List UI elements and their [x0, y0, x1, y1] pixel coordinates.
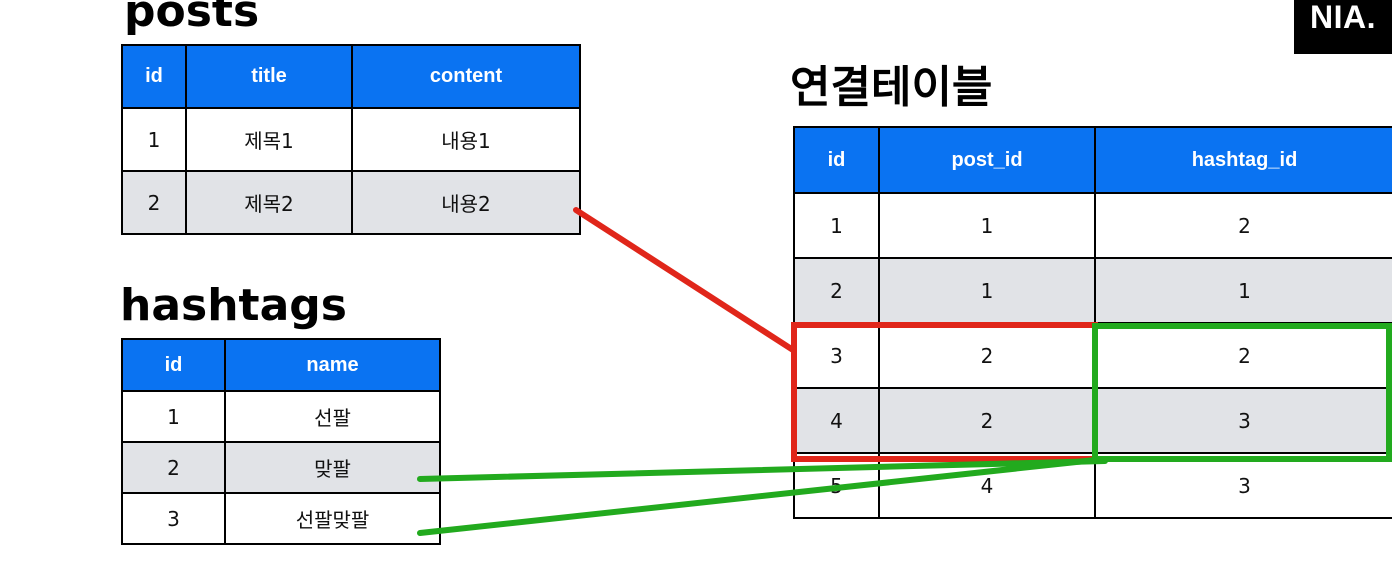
- table-row: 1 1 2: [793, 192, 1392, 259]
- hashtags-table: id name 1 선팔 2 맞팔 3 선팔맞팔: [121, 338, 441, 545]
- link-table: id post_id hashtag_id 1 1 2 2 1 1 3 2 2 …: [793, 126, 1392, 519]
- table-cell: 4: [793, 387, 880, 454]
- posts-table-title: posts: [124, 0, 260, 37]
- posts-table: id title content 1 제목1 내용1 2 제목2 내용2: [121, 44, 581, 235]
- column-header-id: id: [793, 126, 880, 194]
- table-row: 1 제목1 내용1: [121, 107, 581, 172]
- column-header-content: content: [351, 44, 581, 109]
- table-cell: 맞팔: [224, 441, 441, 494]
- table-cell: 2: [793, 257, 880, 324]
- table-cell: 1: [878, 257, 1096, 324]
- table-header-row: id post_id hashtag_id: [793, 126, 1392, 194]
- table-cell: 3: [1094, 387, 1392, 454]
- table-cell: 내용2: [351, 170, 581, 235]
- table-cell: 내용1: [351, 107, 581, 172]
- hashtags-table-title: hashtags: [120, 280, 347, 331]
- table-cell: 2: [878, 322, 1096, 389]
- table-header-row: id name: [121, 338, 441, 392]
- table-cell: 2: [1094, 322, 1392, 389]
- table-cell: 2: [878, 387, 1096, 454]
- table-row: 2 1 1: [793, 257, 1392, 324]
- red-connector-line: [573, 207, 796, 353]
- table-cell: 1: [1094, 257, 1392, 324]
- table-row: 4 2 3: [793, 387, 1392, 454]
- column-header-title: title: [185, 44, 353, 109]
- table-cell: 2: [1094, 192, 1392, 259]
- table-row: 5 4 3: [793, 452, 1392, 519]
- column-header-post-id: post_id: [878, 126, 1096, 194]
- table-cell: 1: [121, 107, 187, 172]
- column-header-hashtag-id: hashtag_id: [1094, 126, 1392, 194]
- table-row: 2 제목2 내용2: [121, 170, 581, 235]
- table-cell: 2: [121, 170, 187, 235]
- nia-logo: NIA.: [1294, 0, 1392, 54]
- table-cell: 제목1: [185, 107, 353, 172]
- table-row: 3 2 2: [793, 322, 1392, 389]
- table-cell: 1: [878, 192, 1096, 259]
- table-cell: 1: [793, 192, 880, 259]
- table-row: 3 선팔맞팔: [121, 492, 441, 545]
- link-table-title: 연결테이블: [790, 62, 993, 113]
- table-row: 1 선팔: [121, 390, 441, 443]
- table-cell: 선팔맞팔: [224, 492, 441, 545]
- table-row: 2 맞팔: [121, 441, 441, 494]
- table-cell: 제목2: [185, 170, 353, 235]
- table-cell: 4: [878, 452, 1096, 519]
- column-header-id: id: [121, 338, 226, 392]
- column-header-id: id: [121, 44, 187, 109]
- table-cell: 5: [793, 452, 880, 519]
- table-cell: 1: [121, 390, 226, 443]
- table-cell: 선팔: [224, 390, 441, 443]
- table-cell: 3: [793, 322, 880, 389]
- table-cell: 3: [1094, 452, 1392, 519]
- table-header-row: id title content: [121, 44, 581, 109]
- table-cell: 2: [121, 441, 226, 494]
- column-header-name: name: [224, 338, 441, 392]
- table-cell: 3: [121, 492, 226, 545]
